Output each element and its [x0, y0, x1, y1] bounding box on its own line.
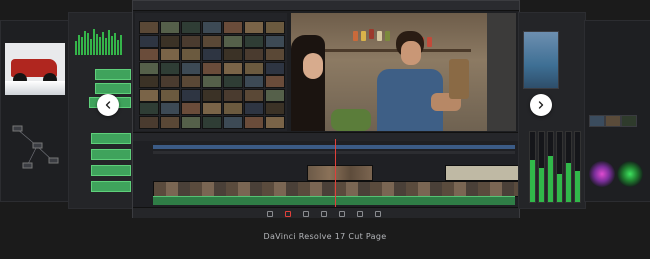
media-thumbnail[interactable] — [202, 48, 222, 61]
media-thumbnail[interactable] — [139, 34, 159, 48]
media-thumbnail[interactable] — [181, 75, 201, 88]
color-wheel — [617, 161, 643, 187]
media-thumbnail[interactable] — [160, 61, 180, 75]
media-thumbnail[interactable] — [202, 88, 222, 102]
media-thumbnail[interactable] — [181, 115, 201, 129]
media-thumbnail[interactable] — [223, 88, 243, 102]
media-thumbnail[interactable] — [244, 75, 264, 88]
media-thumbnail[interactable] — [139, 102, 159, 115]
color-wheel — [589, 161, 615, 187]
media-thumbnail[interactable] — [223, 34, 243, 48]
media-thumbnail[interactable] — [181, 61, 201, 75]
media-thumbnail[interactable] — [202, 102, 222, 115]
carousel-slide-edit — [518, 12, 586, 209]
carousel-slide-color — [584, 20, 650, 202]
media-thumbnail[interactable] — [244, 21, 264, 34]
media-thumbnail[interactable] — [139, 88, 159, 102]
previous-slide-button[interactable] — [97, 94, 119, 116]
media-thumbnail[interactable] — [265, 61, 285, 75]
chevron-right-icon — [538, 101, 544, 109]
media-thumbnail[interactable] — [160, 21, 180, 34]
media-thumbnail[interactable] — [202, 75, 222, 88]
media-thumbnail[interactable] — [160, 75, 180, 88]
media-thumbnail[interactable] — [202, 61, 222, 75]
chevron-left-icon — [105, 101, 111, 109]
fusion-page-icon[interactable] — [321, 211, 327, 217]
deliver-page-icon[interactable] — [375, 211, 381, 217]
media-page-icon[interactable] — [267, 211, 273, 217]
media-thumbnail[interactable] — [223, 102, 243, 115]
media-thumbnail[interactable] — [181, 102, 201, 115]
viewer — [291, 13, 516, 131]
media-thumbnail[interactable] — [181, 34, 201, 48]
media-thumbnail[interactable] — [223, 21, 243, 34]
screenshot-carousel — [0, 0, 650, 222]
media-thumbnail[interactable] — [202, 34, 222, 48]
media-thumbnail[interactable] — [160, 115, 180, 129]
media-thumbnail[interactable] — [244, 61, 264, 75]
page-navigation-bar — [133, 207, 519, 218]
media-thumbnail[interactable] — [160, 34, 180, 48]
media-thumbnail[interactable] — [181, 88, 201, 102]
carousel-slide-fusion — [0, 20, 70, 202]
window-titlebar — [133, 1, 519, 11]
media-thumbnail[interactable] — [244, 102, 264, 115]
media-thumbnail[interactable] — [139, 21, 159, 34]
media-thumbnail[interactable] — [181, 21, 201, 34]
media-thumbnail[interactable] — [139, 115, 159, 129]
media-thumbnail[interactable] — [139, 61, 159, 75]
media-thumbnail[interactable] — [244, 115, 264, 129]
media-thumbnail[interactable] — [265, 34, 285, 48]
media-thumbnail[interactable] — [160, 102, 180, 115]
cut-page-window — [132, 0, 520, 218]
media-thumbnail[interactable] — [244, 88, 264, 102]
color-page-icon[interactable] — [339, 211, 345, 217]
jeep-preview-image — [5, 43, 65, 95]
next-slide-button[interactable] — [530, 94, 552, 116]
media-thumbnail[interactable] — [265, 102, 285, 115]
node-graph — [12, 125, 59, 169]
audio-meters — [75, 27, 125, 55]
timeline[interactable] — [133, 141, 519, 207]
slide-caption: DaVinci Resolve 17 Cut Page — [263, 232, 387, 241]
media-thumbnail[interactable] — [244, 34, 264, 48]
media-thumbnail[interactable] — [181, 48, 201, 61]
media-thumbnail[interactable] — [265, 21, 285, 34]
media-thumbnail[interactable] — [265, 75, 285, 88]
edit-page-icon[interactable] — [303, 211, 309, 217]
media-thumbnail[interactable] — [139, 75, 159, 88]
media-thumbnail[interactable] — [223, 75, 243, 88]
media-thumbnail[interactable] — [223, 115, 243, 129]
media-thumbnail[interactable] — [160, 48, 180, 61]
media-thumbnail[interactable] — [139, 48, 159, 61]
media-thumbnail[interactable] — [265, 115, 285, 129]
media-thumbnail[interactable] — [202, 115, 222, 129]
media-pool — [135, 13, 287, 131]
playhead[interactable] — [335, 139, 336, 207]
cut-page-icon[interactable] — [285, 211, 291, 217]
fairlight-page-icon[interactable] — [357, 211, 363, 217]
media-thumbnail[interactable] — [244, 48, 264, 61]
media-thumbnail[interactable] — [160, 88, 180, 102]
media-thumbnail[interactable] — [223, 61, 243, 75]
media-thumbnail[interactable] — [265, 88, 285, 102]
media-thumbnail[interactable] — [265, 48, 285, 61]
media-thumbnail[interactable] — [223, 48, 243, 61]
media-thumbnail[interactable] — [202, 21, 222, 34]
